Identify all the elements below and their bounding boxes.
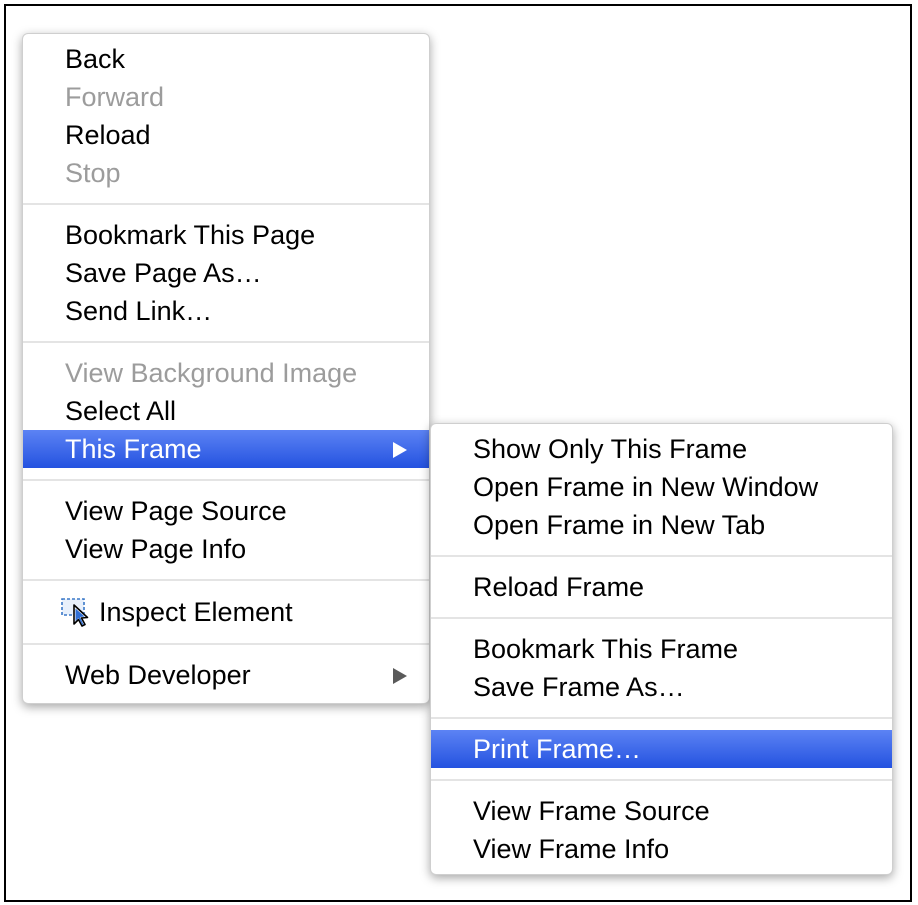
submenu-item-view-frame-source[interactable]: View Frame Source <box>431 792 892 830</box>
menu-item-label: Back <box>65 44 126 74</box>
menu-item-stop: Stop <box>23 154 429 192</box>
menu-item-this-frame[interactable]: This Frame <box>23 430 429 468</box>
menu-item-label: Send Link… <box>65 296 213 326</box>
menu-item-label: View Frame Source <box>473 796 710 826</box>
this-frame-submenu: Show Only This Frame Open Frame in New W… <box>430 423 893 875</box>
menu-item-bookmark-page[interactable]: Bookmark This Page <box>23 216 429 254</box>
submenu-item-reload-frame[interactable]: Reload Frame <box>431 568 892 606</box>
submenu-arrow-icon <box>393 442 407 458</box>
menu-item-send-link[interactable]: Send Link… <box>23 292 429 330</box>
menu-item-label: Select All <box>65 396 177 426</box>
menu-item-label: Open Frame in New Window <box>473 472 819 502</box>
menu-item-label: Show Only This Frame <box>473 434 748 464</box>
submenu-item-save-frame-as[interactable]: Save Frame As… <box>431 668 892 706</box>
menu-item-label: Reload <box>65 120 151 150</box>
menu-item-label: Bookmark This Frame <box>473 634 739 664</box>
menu-item-label: Inspect Element <box>99 597 293 627</box>
menu-item-forward: Forward <box>23 78 429 116</box>
submenu-item-open-frame-new-window[interactable]: Open Frame in New Window <box>431 468 892 506</box>
menu-item-view-background-image: View Background Image <box>23 354 429 392</box>
menu-item-label: Web Developer <box>65 660 251 690</box>
menu-item-back[interactable]: Back <box>23 40 429 78</box>
submenu-item-view-frame-info[interactable]: View Frame Info <box>431 830 892 868</box>
menu-item-label: Save Page As… <box>65 258 262 288</box>
menu-separator <box>431 706 892 730</box>
menu-separator <box>23 468 429 492</box>
menu-item-label: View Frame Info <box>473 834 670 864</box>
menu-separator <box>431 768 892 792</box>
menu-separator <box>23 568 429 592</box>
menu-item-label: Print Frame… <box>473 734 642 764</box>
menu-item-select-all[interactable]: Select All <box>23 392 429 430</box>
menu-separator <box>23 192 429 216</box>
menu-separator <box>23 330 429 354</box>
submenu-item-bookmark-frame[interactable]: Bookmark This Frame <box>431 630 892 668</box>
menu-item-label: Forward <box>65 82 165 112</box>
menu-item-view-page-source[interactable]: View Page Source <box>23 492 429 530</box>
context-menu: Back Forward Reload Stop Bookmark This P… <box>22 33 430 704</box>
menu-separator <box>431 606 892 630</box>
inspect-element-icon <box>61 598 89 627</box>
menu-item-label: Open Frame in New Tab <box>473 510 766 540</box>
menu-item-web-developer[interactable]: Web Developer <box>23 656 429 694</box>
menu-item-view-page-info[interactable]: View Page Info <box>23 530 429 568</box>
menu-item-inspect-element[interactable]: Inspect Element <box>23 592 429 632</box>
menu-item-label: Save Frame As… <box>473 672 685 702</box>
menu-item-label: Stop <box>65 158 121 188</box>
submenu-item-print-frame[interactable]: Print Frame… <box>431 730 892 768</box>
submenu-item-show-only-this-frame[interactable]: Show Only This Frame <box>431 430 892 468</box>
submenu-arrow-icon <box>393 668 407 684</box>
menu-item-label: View Page Source <box>65 496 287 526</box>
menu-item-save-page-as[interactable]: Save Page As… <box>23 254 429 292</box>
menu-item-label: View Page Info <box>65 534 247 564</box>
menu-item-label: This Frame <box>65 434 202 464</box>
menu-item-reload[interactable]: Reload <box>23 116 429 154</box>
menu-item-label: Reload Frame <box>473 572 645 602</box>
menu-separator <box>431 544 892 568</box>
menu-separator <box>23 632 429 656</box>
menu-item-label: Bookmark This Page <box>65 220 316 250</box>
submenu-item-open-frame-new-tab[interactable]: Open Frame in New Tab <box>431 506 892 544</box>
menu-item-label: View Background Image <box>65 358 358 388</box>
